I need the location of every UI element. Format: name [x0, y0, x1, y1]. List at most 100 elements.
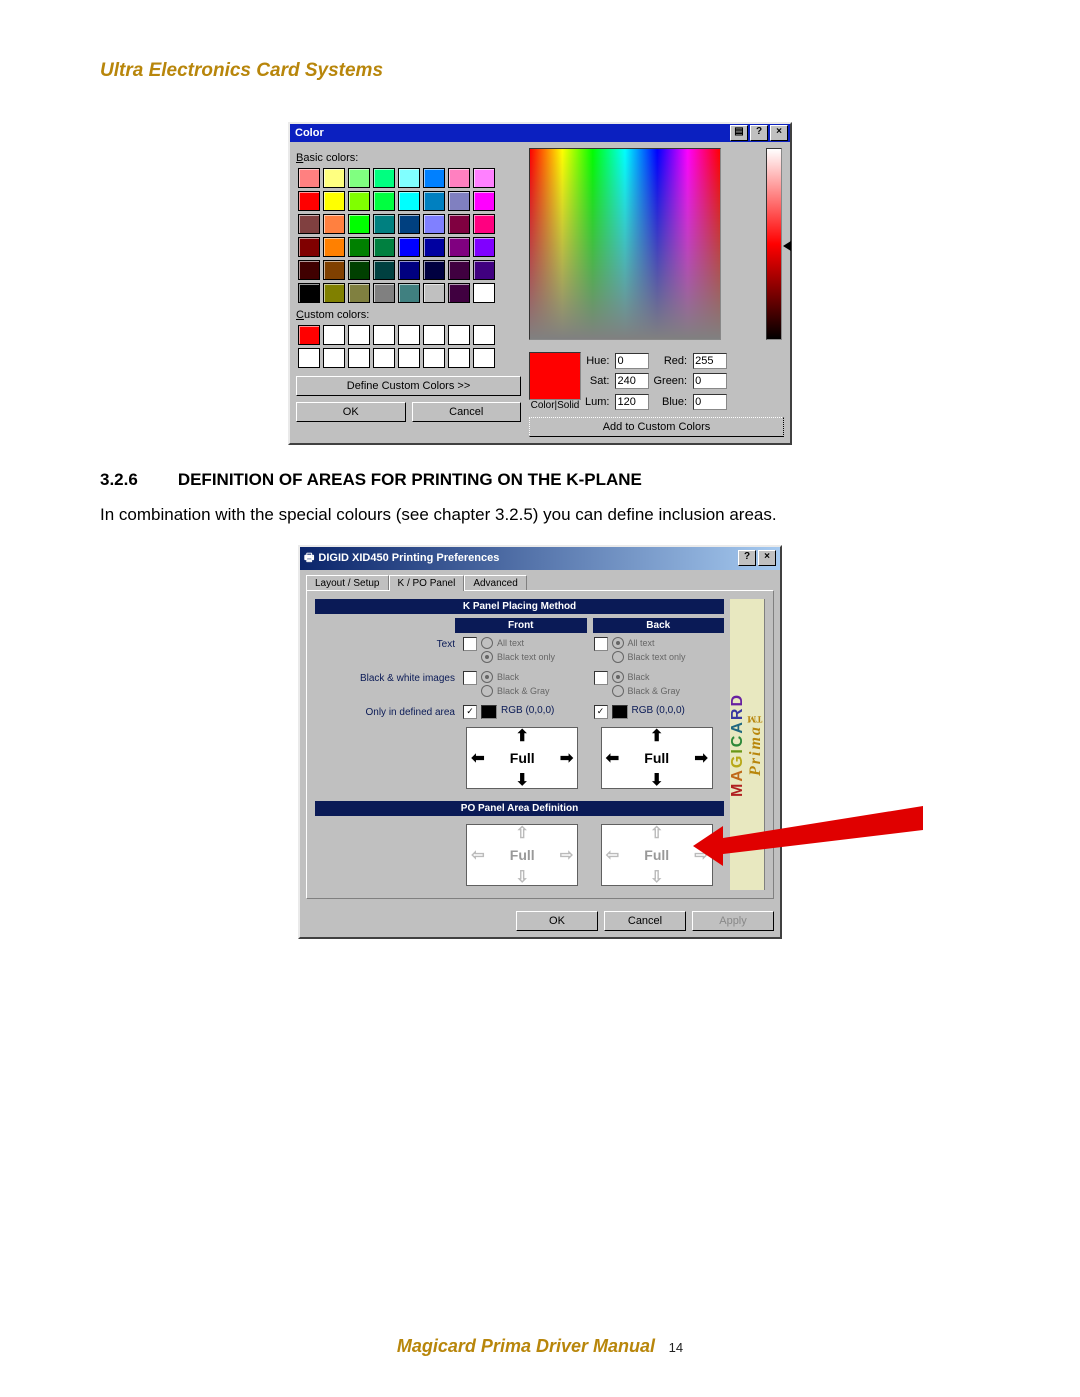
color-swatch[interactable] [448, 237, 470, 257]
color-swatch[interactable] [298, 168, 320, 188]
custom-color-swatch[interactable] [323, 348, 345, 368]
color-swatch[interactable] [323, 191, 345, 211]
color-swatch[interactable] [398, 168, 420, 188]
lum-input[interactable] [615, 394, 649, 410]
tab-k-po-panel[interactable]: K / PO Panel [389, 575, 465, 591]
text-front-checkbox[interactable] [463, 637, 477, 651]
color-swatch[interactable] [373, 168, 395, 188]
color-swatch[interactable] [348, 214, 370, 234]
color-swatch[interactable] [398, 214, 420, 234]
bw-back-checkbox[interactable] [594, 671, 608, 685]
tab-advanced[interactable]: Advanced [464, 575, 526, 591]
pref-apply-button[interactable]: Apply [692, 911, 774, 931]
define-custom-colors-button[interactable]: Define Custom Colors >> [296, 376, 521, 396]
green-input[interactable] [693, 373, 727, 389]
tab-layout-setup[interactable]: Layout / Setup [306, 575, 389, 591]
color-swatch[interactable] [423, 168, 445, 188]
close-icon[interactable]: × [770, 125, 788, 141]
color-swatch[interactable] [323, 237, 345, 257]
custom-color-swatch[interactable] [373, 348, 395, 368]
custom-color-swatch[interactable] [298, 325, 320, 345]
help-icon[interactable]: ? [738, 550, 756, 566]
custom-colors-grid[interactable] [296, 323, 521, 370]
color-solid-preview[interactable] [529, 352, 581, 400]
color-swatch[interactable] [448, 214, 470, 234]
color-swatch[interactable] [473, 191, 495, 211]
cancel-button[interactable]: Cancel [412, 402, 522, 422]
color-swatch[interactable] [373, 214, 395, 234]
color-swatch[interactable] [323, 283, 345, 303]
sat-input[interactable] [615, 373, 649, 389]
bw-front-checkbox[interactable] [463, 671, 477, 685]
custom-color-swatch[interactable] [323, 325, 345, 345]
color-swatch[interactable] [473, 168, 495, 188]
color-gradient[interactable] [529, 148, 721, 340]
color-swatch[interactable] [448, 168, 470, 188]
color-swatch[interactable] [298, 191, 320, 211]
custom-color-swatch[interactable] [448, 325, 470, 345]
palette-icon[interactable]: ▤ [730, 125, 748, 141]
color-swatch[interactable] [398, 283, 420, 303]
custom-color-swatch[interactable] [398, 325, 420, 345]
color-swatch[interactable] [423, 214, 445, 234]
color-swatch[interactable] [473, 214, 495, 234]
color-swatch[interactable] [348, 283, 370, 303]
color-swatch[interactable] [398, 237, 420, 257]
pref-cancel-button[interactable]: Cancel [604, 911, 686, 931]
color-swatch[interactable] [398, 191, 420, 211]
kp-front-area-box[interactable]: ⬆ ⬅ Full ➡ ⬇ [466, 727, 578, 789]
hue-input[interactable] [615, 353, 649, 369]
color-swatch[interactable] [373, 260, 395, 280]
color-swatch[interactable] [473, 283, 495, 303]
color-swatch[interactable] [298, 260, 320, 280]
ok-button[interactable]: OK [296, 402, 406, 422]
custom-color-swatch[interactable] [348, 325, 370, 345]
rgb-swatch-icon[interactable] [612, 705, 628, 719]
custom-color-swatch[interactable] [423, 348, 445, 368]
custom-color-swatch[interactable] [448, 348, 470, 368]
rgb-swatch-icon[interactable] [481, 705, 497, 719]
color-swatch[interactable] [473, 260, 495, 280]
text-front-black-only[interactable]: Black text only [481, 651, 555, 663]
color-swatch[interactable] [473, 237, 495, 257]
bw-back-black[interactable]: Black [612, 671, 681, 683]
color-swatch[interactable] [448, 260, 470, 280]
color-swatch[interactable] [373, 191, 395, 211]
custom-color-swatch[interactable] [348, 348, 370, 368]
text-front-all-text[interactable]: All text [481, 637, 555, 649]
text-back-checkbox[interactable] [594, 637, 608, 651]
color-swatch[interactable] [348, 237, 370, 257]
color-swatch[interactable] [448, 191, 470, 211]
color-swatch[interactable] [298, 237, 320, 257]
color-swatch[interactable] [323, 214, 345, 234]
text-back-all-text[interactable]: All text [612, 637, 686, 649]
text-back-black-only[interactable]: Black text only [612, 651, 686, 663]
area-back-checkbox[interactable]: ✓ [594, 705, 608, 719]
red-input[interactable] [693, 353, 727, 369]
custom-color-swatch[interactable] [373, 325, 395, 345]
custom-color-swatch[interactable] [298, 348, 320, 368]
color-swatch[interactable] [423, 260, 445, 280]
help-icon[interactable]: ? [750, 125, 768, 141]
custom-color-swatch[interactable] [423, 325, 445, 345]
color-swatch[interactable] [373, 283, 395, 303]
custom-color-swatch[interactable] [398, 348, 420, 368]
color-swatch[interactable] [348, 260, 370, 280]
blue-input[interactable] [693, 394, 727, 410]
luminance-slider[interactable] [766, 148, 782, 340]
color-swatch[interactable] [298, 214, 320, 234]
add-to-custom-colors-button[interactable]: Add to Custom Colors [529, 417, 784, 437]
color-swatch[interactable] [348, 168, 370, 188]
close-icon[interactable]: × [758, 550, 776, 566]
color-swatch[interactable] [423, 237, 445, 257]
color-swatch[interactable] [423, 191, 445, 211]
color-swatch[interactable] [373, 237, 395, 257]
color-swatch[interactable] [298, 283, 320, 303]
color-swatch[interactable] [398, 260, 420, 280]
bw-back-black-gray[interactable]: Black & Gray [612, 685, 681, 697]
custom-color-swatch[interactable] [473, 325, 495, 345]
color-swatch[interactable] [348, 191, 370, 211]
color-swatch[interactable] [423, 283, 445, 303]
color-swatch[interactable] [323, 260, 345, 280]
area-front-checkbox[interactable]: ✓ [463, 705, 477, 719]
